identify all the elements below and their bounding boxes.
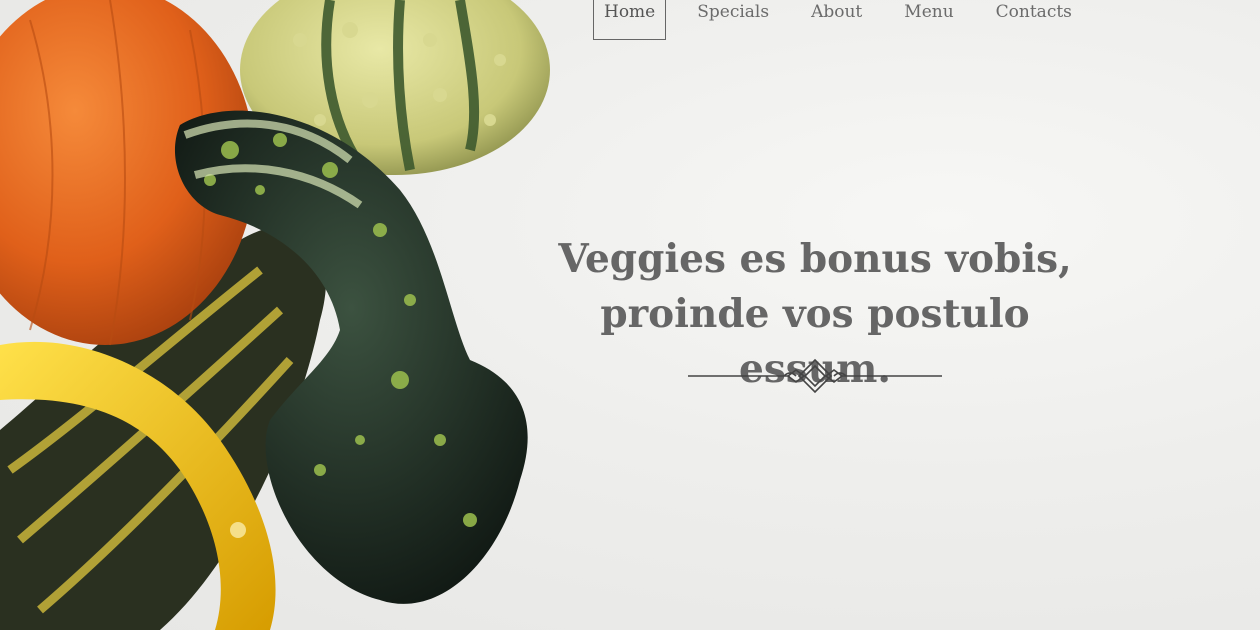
headline-line-1: Veggies es bonus vobis, bbox=[558, 236, 1072, 282]
hero-section: Home Specials About Menu Contacts Veggie… bbox=[0, 0, 1260, 630]
nav-item-contacts[interactable]: Contacts bbox=[985, 0, 1083, 40]
nav-item-home[interactable]: Home bbox=[593, 0, 667, 40]
nav-item-about[interactable]: About bbox=[800, 0, 873, 40]
nav-item-specials[interactable]: Specials bbox=[686, 0, 780, 40]
nav-item-menu[interactable]: Menu bbox=[893, 0, 964, 40]
ornamental-divider-icon bbox=[688, 358, 942, 394]
main-nav: Home Specials About Menu Contacts bbox=[593, 0, 1103, 40]
vegetables-photo bbox=[0, 0, 550, 630]
